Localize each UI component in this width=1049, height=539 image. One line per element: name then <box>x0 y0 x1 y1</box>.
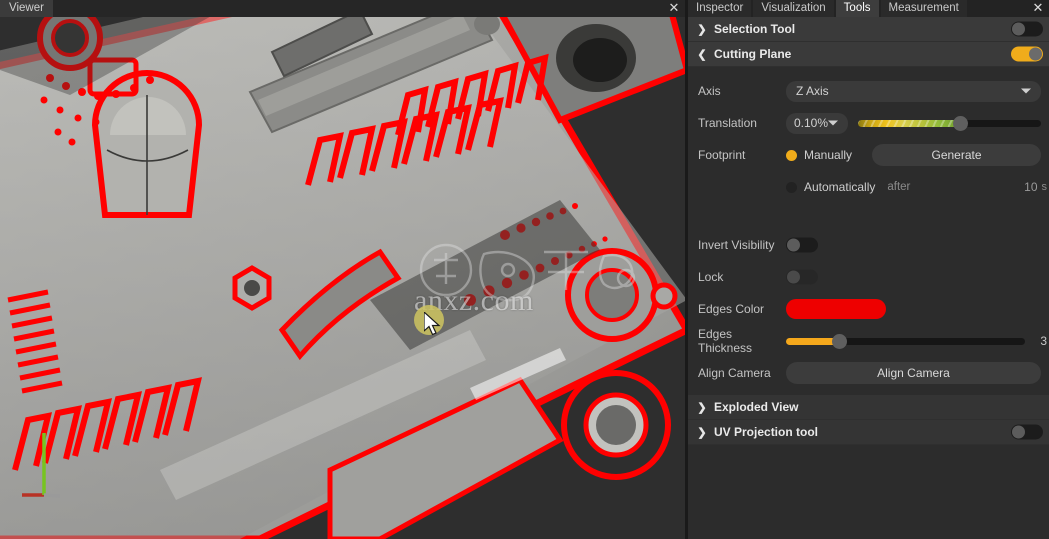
tab-inspector[interactable]: Inspector <box>688 0 752 17</box>
section-exploded-view-label: Exploded View <box>714 400 799 414</box>
toggle-knob <box>787 270 800 284</box>
align-camera-button[interactable]: Align Camera <box>786 362 1041 384</box>
generate-button[interactable]: Generate <box>872 144 1041 166</box>
tab-tools[interactable]: Tools <box>835 0 879 17</box>
radio-automatically-label: Automatically <box>804 180 876 194</box>
slider-handle[interactable] <box>953 115 969 131</box>
section-selection-tool[interactable]: ❯ Selection Tool <box>688 17 1049 42</box>
invert-visibility-toggle-wrap <box>786 237 822 253</box>
slider-handle[interactable] <box>831 333 847 349</box>
panel-filler <box>688 445 1049 525</box>
tab-measurement[interactable]: Measurement <box>880 0 967 17</box>
row-axis: Axis Z Axis <box>688 75 1049 107</box>
invert-visibility-toggle[interactable] <box>786 237 818 253</box>
after-label: after <box>887 181 911 193</box>
application-window: anxz.com Viewer ✕ Inspector Visualizatio… <box>0 0 1049 539</box>
row-footprint: Footprint Manually Generate <box>688 139 1049 171</box>
translation-value: 0.10% <box>794 116 829 130</box>
axis-label: Axis <box>698 84 721 98</box>
section-uv-projection[interactable]: ❯ UV Projection tool <box>688 420 1049 445</box>
radio-manually[interactable] <box>786 149 797 161</box>
close-icon[interactable]: ✕ <box>1029 0 1047 17</box>
radio-manually-label: Manually <box>804 148 853 162</box>
axis-gizmo <box>22 433 61 498</box>
section-cutting-plane[interactable]: ❮ Cutting Plane <box>688 42 1049 67</box>
viewer-panel: anxz.com Viewer ✕ <box>0 0 687 539</box>
chevron-right-icon[interactable]: ❯ <box>694 401 710 414</box>
row-align-camera: Align Camera Align Camera <box>688 357 1049 389</box>
tab-visualization[interactable]: Visualization <box>753 0 834 17</box>
row-translation: Translation 0.10% <box>688 107 1049 139</box>
edges-thickness-value: 3 <box>1040 334 1047 348</box>
cutting-plane-toggle[interactable] <box>1011 46 1043 62</box>
slider-fill <box>858 119 961 127</box>
viewer-tab[interactable]: Viewer <box>0 0 53 17</box>
cutting-plane-body: Axis Z Axis Translation 0.10% Footprint … <box>688 67 1049 395</box>
axis-value: Z Axis <box>796 84 829 98</box>
lock-toggle[interactable] <box>786 269 818 285</box>
invert-visibility-label: Invert Visibility <box>698 238 775 252</box>
panel-divider[interactable] <box>685 0 688 539</box>
radio-automatically[interactable] <box>786 181 797 193</box>
slider-fill <box>786 337 839 345</box>
after-value-input[interactable]: 10 <box>1024 180 1041 194</box>
chevron-right-icon[interactable]: ❯ <box>694 23 710 36</box>
chevron-right-icon[interactable]: ❯ <box>694 426 710 439</box>
toggle-knob <box>787 238 800 252</box>
toggle-knob <box>1012 425 1025 439</box>
selection-tool-toggle[interactable] <box>1011 21 1043 37</box>
row-lock: Lock <box>688 261 1049 293</box>
row-invert-visibility: Invert Visibility <box>688 229 1049 261</box>
section-cutting-plane-label: Cutting Plane <box>714 47 792 61</box>
hex-nut <box>232 265 272 311</box>
mouse-cursor <box>424 312 441 336</box>
edges-color-swatch[interactable] <box>786 299 886 319</box>
translation-label: Translation <box>698 116 757 130</box>
tools-panel: Inspector Visualization Tools Measuremen… <box>688 0 1049 539</box>
footprint-auto-group: Automatically after 10 s <box>786 180 1049 194</box>
edges-color-label: Edges Color <box>698 302 765 316</box>
chevron-down-icon[interactable]: ❮ <box>694 48 710 61</box>
edges-thickness-label: Edges Thickness <box>698 327 753 355</box>
chevron-down-icon <box>1021 88 1031 94</box>
row-footprint-auto: Automatically after 10 s <box>688 171 1049 203</box>
row-edges-thickness: Edges Thickness 3 <box>688 325 1049 357</box>
edges-thickness-slider[interactable] <box>786 333 1025 349</box>
after-unit-label: s <box>1041 181 1048 193</box>
lock-toggle-wrap <box>786 269 822 285</box>
translation-value-dropdown[interactable]: 0.10% <box>786 112 848 134</box>
axis-dropdown[interactable]: Z Axis <box>786 80 1041 102</box>
section-exploded-view[interactable]: ❯ Exploded View <box>688 395 1049 420</box>
3d-model-viewport[interactable] <box>0 0 687 539</box>
panel-tabbar: Inspector Visualization Tools Measuremen… <box>688 0 1049 17</box>
row-edges-color: Edges Color <box>688 293 1049 325</box>
toggle-knob <box>1012 22 1025 36</box>
close-icon[interactable]: ✕ <box>665 0 683 17</box>
footprint-label: Footprint <box>698 148 746 162</box>
translation-slider[interactable] <box>858 115 1041 131</box>
viewer-titlebar: Viewer ✕ <box>0 0 687 17</box>
section-uv-projection-label: UV Projection tool <box>714 425 819 439</box>
chevron-down-icon <box>828 120 838 126</box>
footprint-manual-group: Manually Generate <box>786 144 1049 166</box>
uv-projection-toggle[interactable] <box>1011 424 1043 440</box>
align-camera-label: Align Camera <box>698 366 771 380</box>
toggle-knob <box>1029 47 1042 61</box>
section-selection-tool-label: Selection Tool <box>714 22 796 36</box>
lock-label: Lock <box>698 270 724 284</box>
